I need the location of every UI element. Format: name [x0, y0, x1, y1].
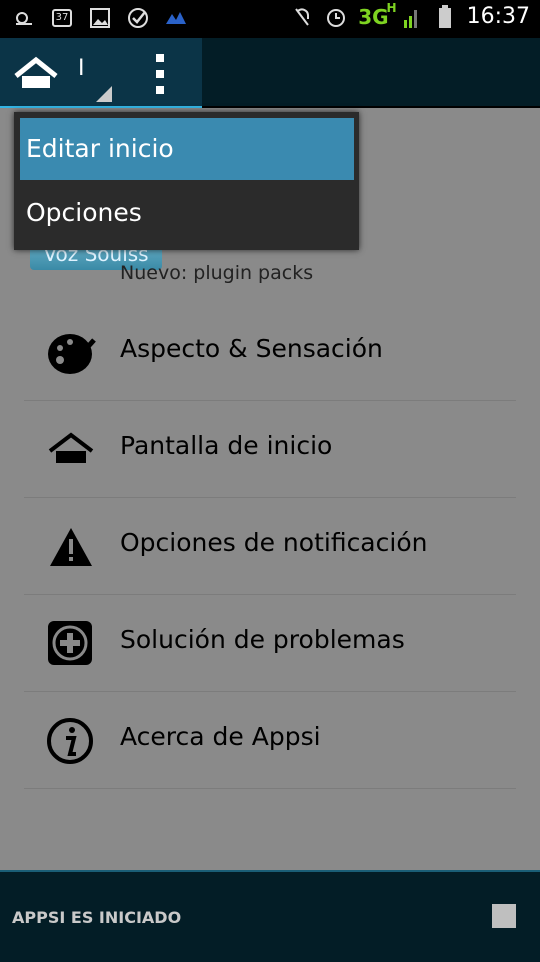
- warning-icon: [46, 524, 96, 570]
- list-item-problemas[interactable]: Solución de problemas: [24, 595, 516, 692]
- info-icon: [46, 718, 96, 764]
- stop-icon[interactable]: [492, 904, 516, 928]
- palette-icon: [46, 330, 96, 376]
- list-item-label: Aspecto & Sensación: [120, 334, 383, 363]
- menu-item-opciones[interactable]: Opciones: [20, 182, 354, 244]
- plus-box-icon: [46, 621, 96, 667]
- home-icon: [46, 427, 96, 473]
- image-icon: [88, 6, 112, 30]
- list-item-aspecto[interactable]: Aspecto & Sensación: [24, 304, 516, 401]
- spinner-indicator-icon: [96, 86, 112, 102]
- home-icon[interactable]: [12, 54, 60, 94]
- notification-text: APPSI ES INICIADO: [12, 908, 182, 927]
- list-item-pantalla[interactable]: Pantalla de inicio: [24, 401, 516, 498]
- plugin-subtitle: Nuevo: plugin packs: [120, 262, 314, 284]
- bottom-notification-bar: APPSI ES INICIADO: [0, 870, 540, 962]
- status-bar: 37 3G H 16:37: [0, 0, 540, 38]
- list-item-notificacion[interactable]: Opciones de notificación: [24, 498, 516, 595]
- weather-icon: [12, 6, 36, 30]
- list-item-acerca[interactable]: Acerca de Appsi: [24, 692, 516, 789]
- menu-item-editar-inicio[interactable]: Editar inicio: [20, 118, 354, 180]
- network-3g: 3G H: [358, 0, 397, 29]
- list-item-label: Opciones de notificación: [120, 528, 428, 557]
- overflow-menu-icon[interactable]: [150, 54, 170, 94]
- action-bar-selected-tab[interactable]: I: [0, 38, 202, 110]
- battery-37-icon: 37: [50, 6, 74, 30]
- alarm-icon: [324, 5, 348, 29]
- action-bar: I: [0, 38, 540, 110]
- status-time: 16:37: [466, 4, 530, 29]
- list-item-label: Acerca de Appsi: [120, 722, 321, 751]
- battery-icon: [433, 4, 457, 29]
- mute-icon: [290, 5, 314, 29]
- signal-icon: [399, 5, 423, 29]
- check-circle-icon: [126, 6, 150, 30]
- list-item-label: Pantalla de inicio: [120, 431, 333, 460]
- app-icon: [164, 6, 188, 30]
- list-item-label: Solución de problemas: [120, 625, 405, 654]
- overflow-dropdown-menu: Editar inicio Opciones: [14, 112, 359, 250]
